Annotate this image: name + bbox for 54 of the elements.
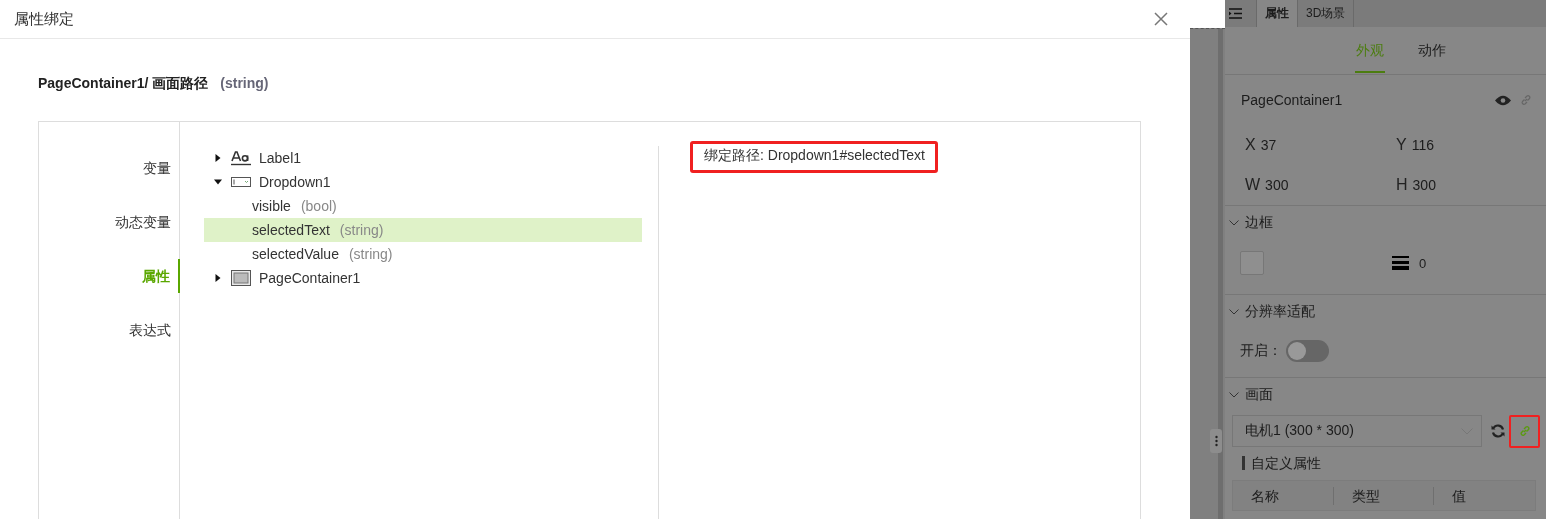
section-title: 边框 bbox=[1245, 214, 1273, 232]
component-name: PageContainer1 bbox=[1241, 92, 1343, 108]
toggle-label: 开启： bbox=[1240, 342, 1282, 360]
binding-path: 绑定路径: Dropdown1#selectedText bbox=[690, 141, 938, 173]
field-value[interactable]: 300 bbox=[1412, 177, 1436, 193]
field-label: Y bbox=[1396, 136, 1407, 154]
panel-tab[interactable]: 3D场景 bbox=[1297, 0, 1355, 27]
section-title: 画面 bbox=[1245, 386, 1273, 404]
chevron-icon[interactable] bbox=[1229, 309, 1239, 315]
category-tab[interactable]: 变量 bbox=[39, 151, 179, 185]
category-tab[interactable]: 动态变量 bbox=[39, 205, 179, 239]
color-swatch[interactable] bbox=[1240, 251, 1264, 275]
outline-icon[interactable] bbox=[1229, 8, 1242, 19]
field-value[interactable]: 300 bbox=[1265, 177, 1289, 193]
category-tab[interactable]: 属性 bbox=[39, 259, 180, 293]
toggle-switch[interactable] bbox=[1286, 340, 1329, 362]
link-icon bbox=[1518, 425, 1531, 437]
dialog-title: 属性绑定 bbox=[14, 9, 74, 29]
tree-item[interactable]: Label1 bbox=[259, 150, 302, 166]
collapse-icon[interactable] bbox=[214, 178, 222, 186]
refresh-icon[interactable] bbox=[1491, 424, 1505, 438]
category-tab[interactable]: 表达式 bbox=[39, 313, 179, 347]
container-icon bbox=[231, 270, 251, 286]
chevron-icon[interactable] bbox=[1229, 220, 1239, 226]
section-title: 分辨率适配 bbox=[1245, 303, 1315, 321]
field-label: X bbox=[1245, 136, 1256, 154]
eye-icon[interactable] bbox=[1495, 94, 1511, 106]
close-icon[interactable] bbox=[1154, 12, 1168, 26]
field-label: H bbox=[1396, 176, 1408, 194]
column-header: 值 bbox=[1451, 486, 1468, 505]
field-label: W bbox=[1245, 176, 1261, 194]
property-path: PageContainer1/ 画面路径 bbox=[38, 75, 209, 91]
line-width-icon bbox=[1392, 256, 1409, 270]
text-label-icon bbox=[231, 150, 251, 166]
column-header: 类型 bbox=[1333, 486, 1435, 505]
expand-icon[interactable] bbox=[214, 154, 222, 162]
field-value[interactable]: 116 bbox=[1411, 137, 1434, 153]
property-row[interactable]: visible (bool) bbox=[204, 194, 642, 218]
property-row[interactable]: selectedValue (string) bbox=[204, 242, 642, 266]
column-header: 名称 bbox=[1233, 486, 1334, 505]
screen-select[interactable]: 电机1 (300 * 300) bbox=[1232, 415, 1482, 447]
more-handle-icon[interactable] bbox=[1210, 429, 1222, 453]
panel-tab[interactable]: 属性 bbox=[1256, 0, 1297, 27]
tree-item[interactable]: PageContainer1 bbox=[259, 270, 361, 286]
property-row[interactable]: selectedText (string) bbox=[204, 218, 642, 242]
expand-icon[interactable] bbox=[214, 274, 222, 282]
sub-tab[interactable]: 动作 bbox=[1416, 27, 1447, 73]
border-width[interactable]: 0 bbox=[1419, 255, 1427, 271]
dropdown-icon bbox=[231, 176, 251, 188]
chevron-icon[interactable] bbox=[1229, 392, 1239, 398]
custom-properties-title: 自定义属性 bbox=[1242, 456, 1540, 470]
property-type: (string) bbox=[220, 75, 269, 91]
tree-item[interactable]: Dropdown1 bbox=[259, 174, 331, 190]
field-value[interactable]: 37 bbox=[1260, 137, 1277, 153]
